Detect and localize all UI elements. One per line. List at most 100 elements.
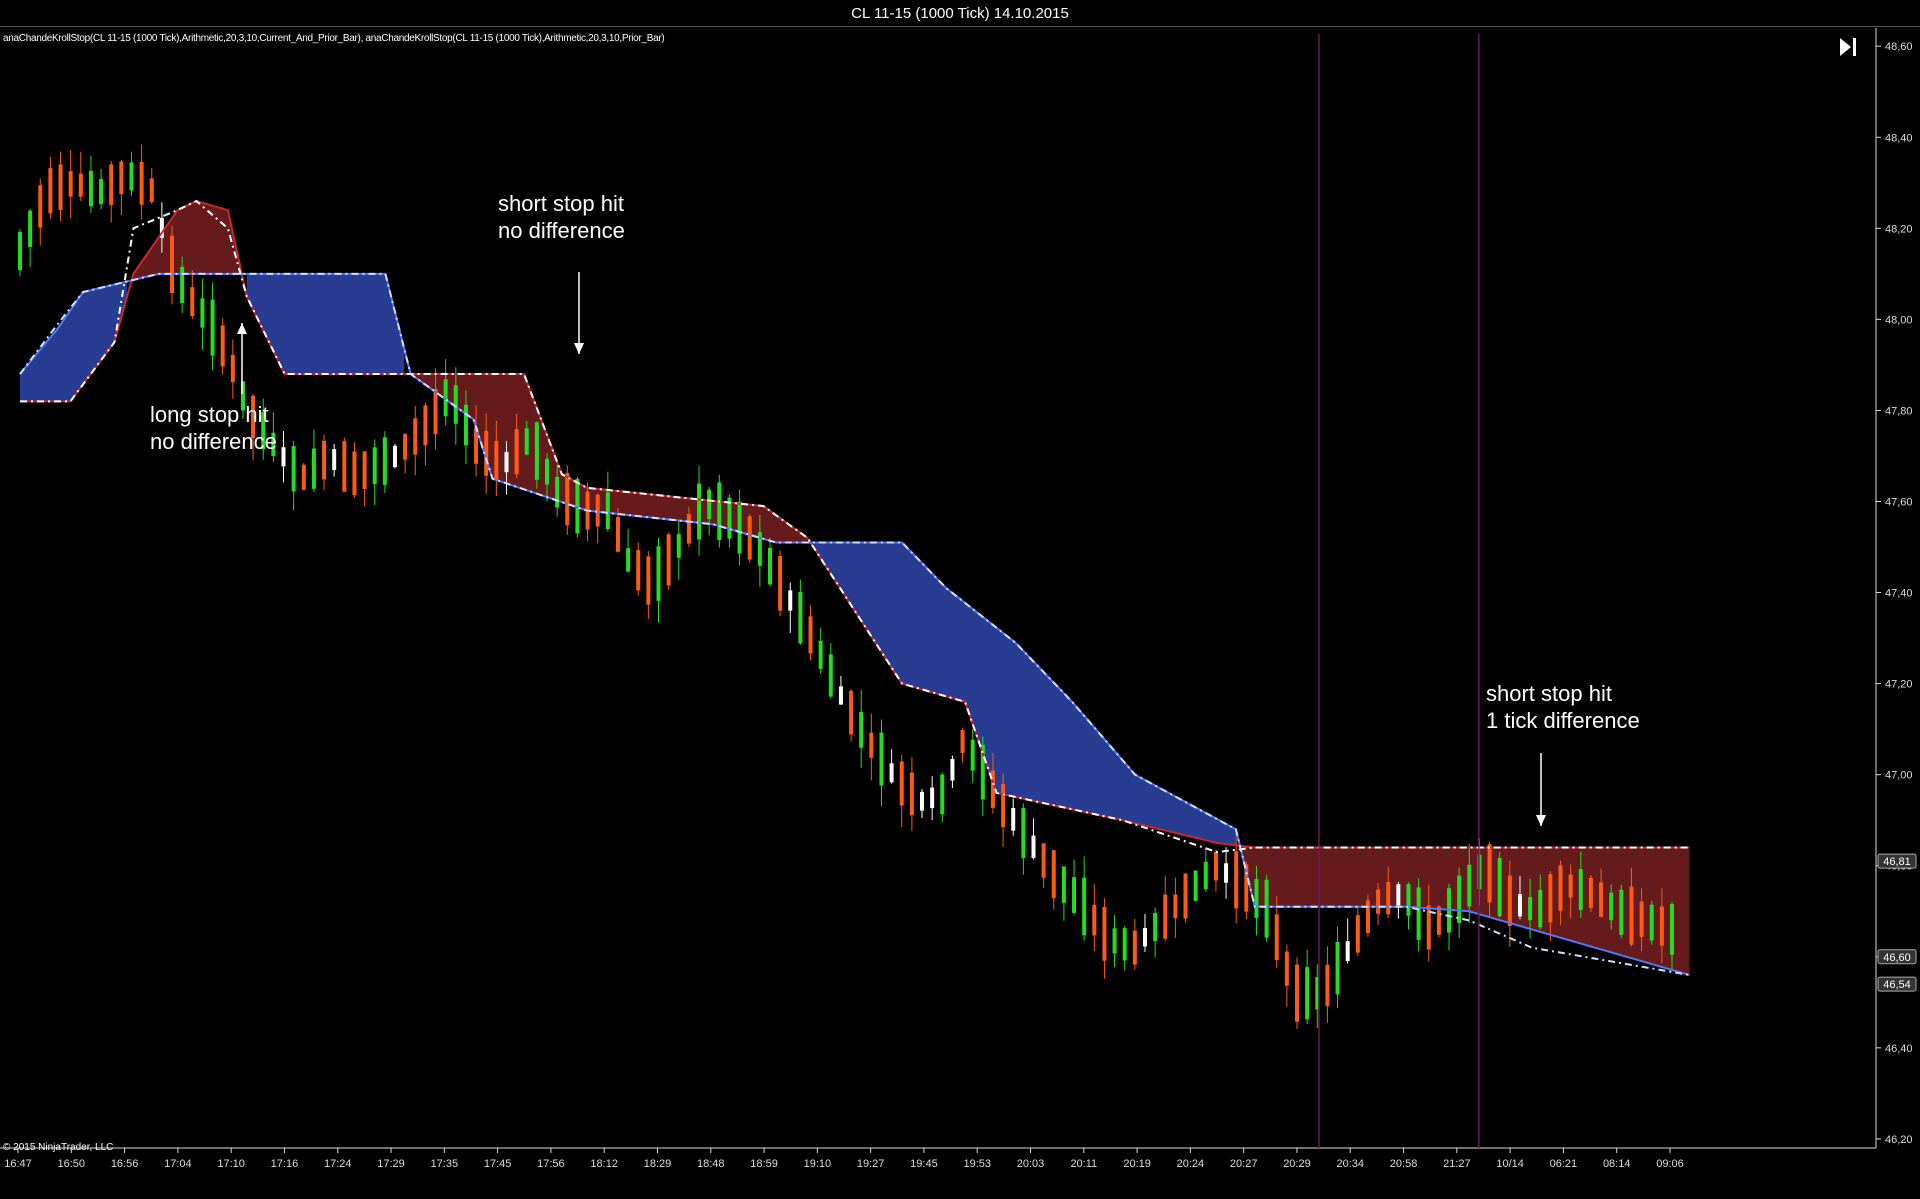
candle-body <box>1568 874 1573 898</box>
candle-body <box>423 405 428 446</box>
candle-body <box>322 440 327 480</box>
candle-body <box>1153 912 1158 942</box>
candle-body <box>889 763 894 783</box>
candle-body <box>200 298 205 328</box>
y-tick-label: 48,20 <box>1885 223 1913 235</box>
candle-body <box>291 446 296 492</box>
candle-body <box>788 590 793 611</box>
candle-body <box>626 548 631 572</box>
candle-body <box>717 482 722 541</box>
candle-body <box>808 616 813 654</box>
candle-body <box>1305 967 1310 1020</box>
x-tick-label: 20:34 <box>1336 1158 1364 1170</box>
skip-to-end-button[interactable] <box>1836 34 1862 60</box>
candle-body <box>1416 887 1421 941</box>
candle-body <box>1142 928 1147 947</box>
candle-body <box>1041 843 1046 878</box>
candle-body <box>565 473 570 526</box>
candle-body <box>1365 900 1370 934</box>
candle-body <box>818 640 823 669</box>
candle-body <box>859 711 864 748</box>
candle-body <box>1254 878 1259 918</box>
candle-body <box>1213 851 1218 881</box>
candle-body <box>1538 889 1543 928</box>
candle-body <box>403 433 408 460</box>
long-stop-band <box>20 281 128 402</box>
price-marker-label: 46,54 <box>1883 979 1911 991</box>
candle-body <box>1497 857 1502 917</box>
candle-body <box>180 266 185 304</box>
arrow-long-stop-head <box>237 323 247 334</box>
candle-body <box>534 422 539 480</box>
candle-body <box>1325 964 1330 1006</box>
candle-body <box>899 761 904 806</box>
candle-body <box>1517 894 1522 917</box>
candle-body <box>68 171 73 197</box>
price-marker-label: 46,60 <box>1883 952 1911 964</box>
x-tick-label: 18:29 <box>644 1158 672 1170</box>
annotation-line: short stop hit <box>498 191 624 216</box>
candle-body <box>129 162 134 191</box>
candle-body <box>838 686 843 705</box>
candle-body <box>139 161 144 205</box>
candle-body <box>382 437 387 485</box>
annotation-line: no difference <box>150 429 277 454</box>
y-tick-label: 47,40 <box>1885 588 1913 600</box>
candle-body <box>1335 941 1340 995</box>
candle-body <box>1011 808 1016 831</box>
skip-to-end-icon <box>1840 38 1856 56</box>
candle-body <box>524 428 529 455</box>
y-tick-label: 47,60 <box>1885 496 1913 508</box>
annotation-short-stop-1: short stop hit no difference <box>498 190 625 244</box>
candle-body <box>646 556 651 605</box>
candle-body <box>920 791 925 811</box>
candle-body <box>514 429 519 475</box>
candle-body <box>960 730 965 753</box>
candle-body <box>99 178 104 205</box>
x-tick-label: 19:27 <box>857 1158 885 1170</box>
x-tick-label: 16:56 <box>111 1158 139 1170</box>
candle-body <box>301 464 306 490</box>
candle-body <box>1203 861 1208 890</box>
candle-body <box>1659 906 1664 946</box>
annotation-line: 1 tick difference <box>1486 708 1640 733</box>
candle-body <box>1548 874 1553 923</box>
candle-body <box>828 654 833 697</box>
x-tick-label: 20:58 <box>1390 1158 1418 1170</box>
candle-body <box>220 325 225 367</box>
candle-body <box>1284 951 1289 986</box>
candle-body <box>697 483 702 540</box>
x-tick-label: 17:29 <box>377 1158 405 1170</box>
copyright-notice: © 2015 NinjaTrader, LLC <box>3 1142 114 1153</box>
candle-body <box>869 732 874 758</box>
price-chart[interactable]: 48,60 48,40 48,20 48,00 47,80 47,60 47,40 47,20… <box>0 0 1920 1199</box>
candle-body <box>1376 889 1381 914</box>
x-tick-label: 08:14 <box>1603 1158 1631 1170</box>
candle-body <box>727 497 732 539</box>
candle-body <box>1193 870 1198 901</box>
candle-body <box>970 739 975 771</box>
candle-body <box>1649 904 1654 941</box>
candle-body <box>1578 868 1583 910</box>
candle-body <box>109 164 114 206</box>
x-tick-label: 20:27 <box>1230 1158 1258 1170</box>
candle-body <box>1234 851 1239 909</box>
x-tick-label: 19:10 <box>804 1158 832 1170</box>
y-tick-label: 48,60 <box>1885 41 1913 53</box>
candle-body <box>1264 879 1269 938</box>
candle-body <box>48 168 53 214</box>
x-tick-label: 20:29 <box>1283 1158 1311 1170</box>
candle-body <box>1183 873 1188 919</box>
candle-body <box>433 388 438 435</box>
candle-body <box>413 418 418 455</box>
x-tick-label: 20:11 <box>1070 1158 1097 1170</box>
candle-body <box>1558 865 1563 911</box>
candle-body <box>1629 886 1634 945</box>
x-tick-label: 21:27 <box>1443 1158 1471 1170</box>
candle-body <box>1345 941 1350 962</box>
candle-body <box>1061 866 1066 903</box>
candle-body <box>686 513 691 544</box>
annotation-line: long stop hit <box>150 402 269 427</box>
candle-body <box>372 447 377 484</box>
candle-body <box>1609 892 1614 921</box>
